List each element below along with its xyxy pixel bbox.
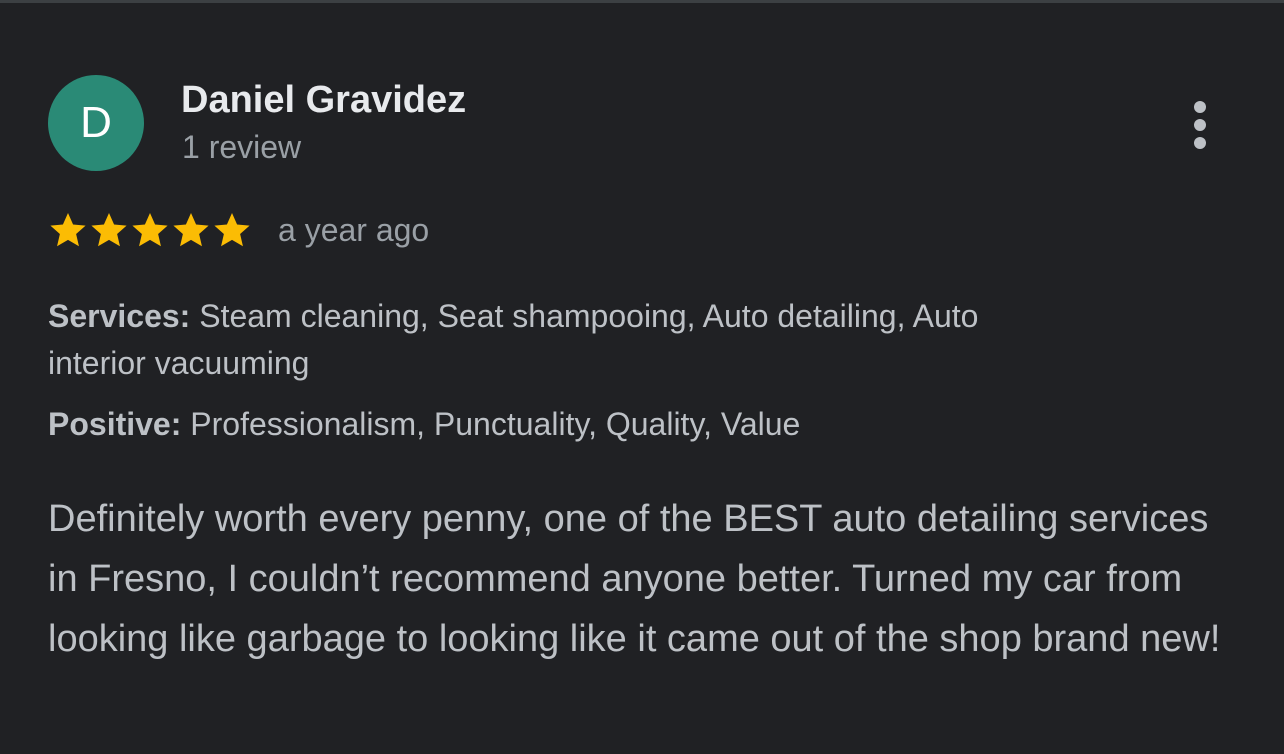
reviewer-name[interactable]: Daniel Gravidez [181, 79, 466, 122]
star-icon [173, 213, 209, 247]
review-text: Definitely worth every penny, one of the… [48, 498, 1221, 660]
star-icon [214, 213, 250, 247]
more-vert-icon [1194, 101, 1206, 149]
review-time: a year ago [278, 211, 430, 248]
review-card: D Daniel Gravidez 1 review a year ago Se… [0, 0, 1284, 754]
star-rating [48, 210, 252, 250]
services-attribute: Services: Steam cleaning, Seat shampooin… [48, 293, 1038, 387]
star-icon [50, 213, 86, 247]
avatar-initial: D [80, 98, 112, 147]
positive-label: Positive: [48, 406, 182, 442]
reviewer-review-count: 1 review [182, 129, 302, 165]
star-icon [91, 213, 127, 247]
more-options-button[interactable] [1178, 95, 1222, 155]
star-icon [132, 213, 168, 247]
positive-attribute: Positive: Professionalism, Punctuality, … [48, 401, 1228, 448]
services-label: Services: [48, 298, 191, 334]
positive-value: Professionalism, Punctuality, Quality, V… [190, 406, 801, 442]
rating-row: a year ago [48, 208, 429, 252]
avatar[interactable]: D [48, 75, 144, 171]
